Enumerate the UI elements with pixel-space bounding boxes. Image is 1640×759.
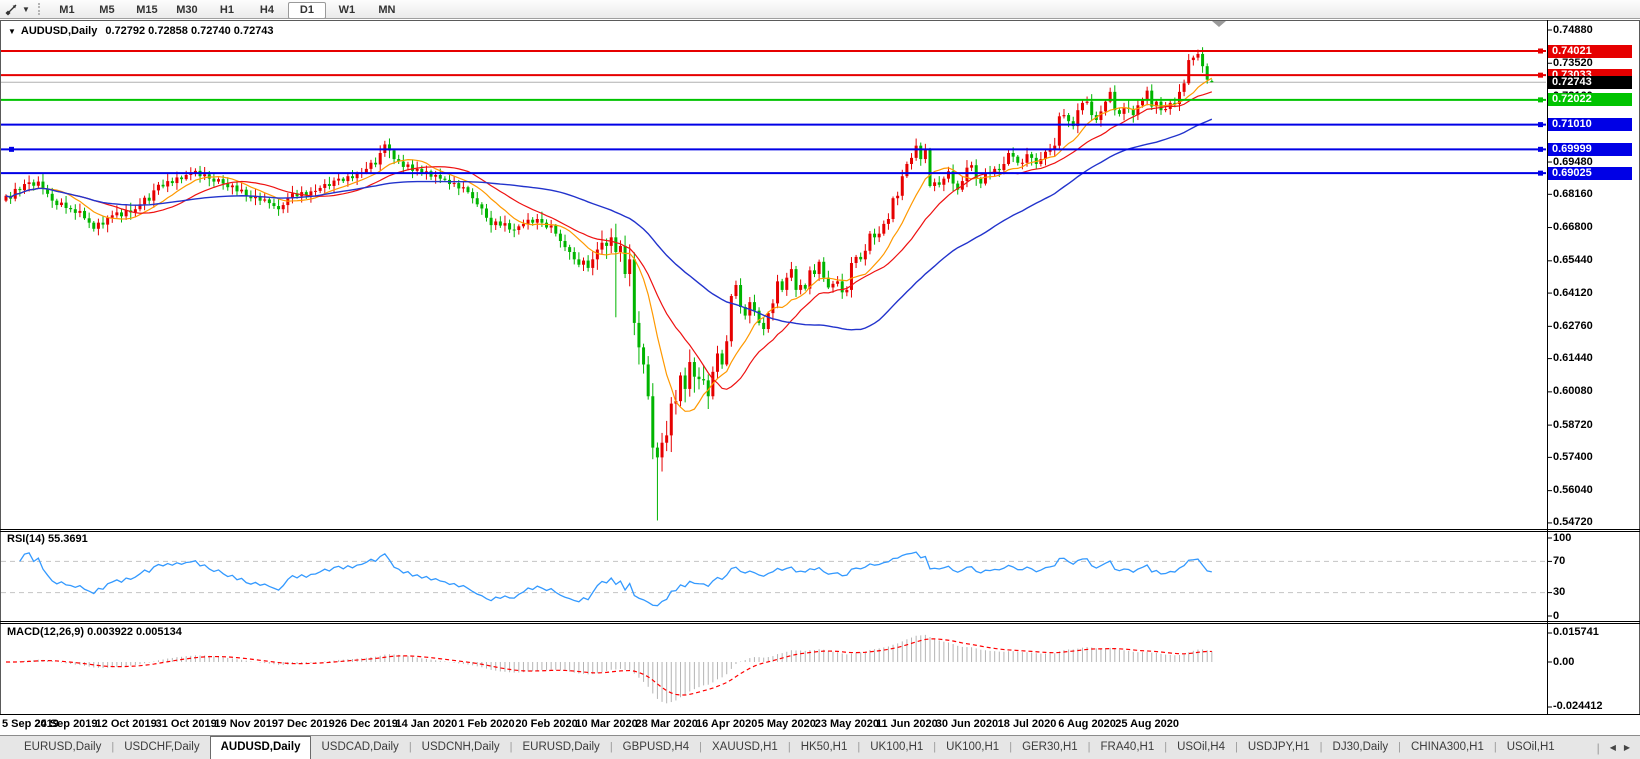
chart-title-text: AUDUSD,Daily (21, 25, 97, 37)
chart-tab-eurusd-daily[interactable]: EURUSD,Daily (512, 736, 609, 759)
hline-price-label: 0.69999 (1548, 143, 1632, 156)
tab-separator: | (1597, 741, 1600, 755)
date-axis-label: 10 Mar 2020 (575, 718, 637, 730)
trading-terminal: ▼ M1M5M15M30H1H4D1W1MN ▼AUDUSD,Daily0.72… (0, 0, 1640, 759)
price-axis-tick: 0.62760 (1553, 320, 1593, 333)
chart-tab-china300-h1[interactable]: CHINA300,H1 (1401, 736, 1494, 759)
price-axis-tick: 0.60080 (1553, 385, 1593, 398)
chart-tab-usdjpy-h1[interactable]: USDJPY,H1 (1238, 736, 1320, 759)
date-axis-label: 16 Apr 2020 (696, 718, 757, 730)
date-axis-label: 30 Jun 2020 (936, 718, 998, 730)
date-axis-label: 26 Dec 2019 (335, 718, 398, 730)
rsi-pane-graph (1, 552, 1546, 606)
chart-tab-usdcnh-daily[interactable]: USDCNH,Daily (412, 736, 510, 759)
date-axis-label: 12 Oct 2019 (96, 718, 157, 730)
tabs-scroll-right-icon[interactable]: ▶ (1620, 743, 1634, 752)
date-axis-label: 23 May 2020 (815, 718, 879, 730)
chart-tab-audusd-daily-active[interactable]: AUDUSD,Daily (210, 736, 312, 759)
line-handle[interactable] (1538, 97, 1543, 102)
date-axis-label: 18 Jul 2020 (998, 718, 1057, 730)
chart-tab-uk100-h1[interactable]: UK100,H1 (860, 736, 933, 759)
chart-tab-ger30-h1[interactable]: GER30,H1 (1012, 736, 1088, 759)
macd-axis-tick: 0.015741 (1553, 626, 1599, 639)
rsi-axis-tick: 0 (1553, 610, 1559, 623)
chart-ohlc-text: 0.72792 0.72858 0.72740 0.72743 (105, 25, 273, 37)
rsi-axis-tick: 70 (1553, 555, 1565, 568)
chart-tab-usoil-h4[interactable]: USOil,H4 (1167, 736, 1235, 759)
date-axis-label: 19 Nov 2019 (214, 718, 278, 730)
rsi-axis-tick: 30 (1553, 586, 1565, 599)
chart-collapse-arrow-icon[interactable]: ▼ (8, 27, 16, 36)
chart-tab-fra40-h1[interactable]: FRA40,H1 (1091, 736, 1165, 759)
price-axis-tick: 0.58720 (1553, 419, 1593, 432)
current-price-label: 0.72743 (1548, 76, 1632, 89)
line-handle[interactable] (1538, 122, 1543, 127)
macd-indicator-label: MACD(12,26,9) 0.003922 0.005134 (7, 626, 182, 638)
price-axis-tick: 0.74880 (1553, 24, 1593, 37)
macd-axis-tick: 0.00 (1553, 656, 1574, 669)
hline-price-label: 0.74021 (1548, 45, 1632, 58)
hline-price-label: 0.71010 (1548, 118, 1632, 131)
price-axis-tick: 0.54720 (1553, 516, 1593, 529)
date-axis-label: 14 Jan 2020 (396, 718, 458, 730)
line-handle[interactable] (1538, 49, 1543, 54)
chart-tab-eurusd-daily[interactable]: EURUSD,Daily (14, 736, 111, 759)
rsi-axis-tick: 100 (1553, 532, 1571, 545)
chart-tab-usdchf-daily[interactable]: USDCHF,Daily (114, 736, 209, 759)
chart-tab-usoil-h1[interactable]: USOil,H1 (1497, 736, 1565, 759)
price-axis-tick: 0.64120 (1553, 287, 1593, 300)
chart-tab-xauusd-h1[interactable]: XAUUSD,H1 (702, 736, 788, 759)
price-axis-tick: 0.57400 (1553, 451, 1593, 464)
moving-averages (6, 78, 1212, 411)
macd-pane-graph (6, 635, 1212, 703)
price-axis-tick: 0.65440 (1553, 254, 1593, 267)
date-axis-label: 7 Dec 2019 (278, 718, 335, 730)
tab-scroll-controls: | ◀▶ (1591, 736, 1640, 759)
chart-tab-hk50-h1[interactable]: HK50,H1 (791, 736, 858, 759)
price-axis-tick: 0.61440 (1553, 352, 1593, 365)
line-handle[interactable] (1538, 147, 1543, 152)
date-axis-label: 11 Jun 2020 (876, 718, 938, 730)
date-axis-label: 6 Aug 2020 (1058, 718, 1116, 730)
macd-axis-tick: -0.024412 (1553, 700, 1603, 713)
date-axis-label: 1 Feb 2020 (458, 718, 514, 730)
date-axis-label: 31 Oct 2019 (156, 718, 217, 730)
chart-canvas[interactable] (0, 0, 1640, 735)
hline-price-label: 0.69025 (1548, 167, 1632, 180)
hline-price-label: 0.72022 (1548, 93, 1632, 106)
rsi-line (20, 552, 1212, 606)
chart-tab-dj30-daily[interactable]: DJ30,Daily (1323, 736, 1399, 759)
chart-tab-uk100-h1[interactable]: UK100,H1 (936, 736, 1009, 759)
rsi-indicator-label: RSI(14) 55.3691 (7, 533, 88, 545)
line-handle[interactable] (1538, 171, 1543, 176)
price-axis-tick: 0.56040 (1553, 484, 1593, 497)
date-axis-label: 5 May 2020 (758, 718, 816, 730)
tabs-scroll-left-icon[interactable]: ◀ (1606, 743, 1620, 752)
chart-tabs-bar: EURUSD,Daily|USDCHF,DailyAUDUSD,DailyUSD… (0, 735, 1640, 759)
chart-title: ▼ AUDUSD,Daily 0.72792 0.72858 0.72740 0.7… (8, 25, 274, 37)
macd-signal-line (6, 639, 1212, 695)
chart-scroll-marker-icon[interactable] (1212, 21, 1226, 27)
date-axis-label: 28 Mar 2020 (635, 718, 697, 730)
chart-tab-gbpusd-h4[interactable]: GBPUSD,H4 (613, 736, 699, 759)
price-axis-tick: 0.66800 (1553, 221, 1593, 234)
date-axis-label: 24 Sep 2019 (35, 718, 98, 730)
date-axis-label: 25 Aug 2020 (1115, 718, 1179, 730)
price-axis-tick: 0.68160 (1553, 188, 1593, 201)
chart-tab-usdcad-daily[interactable]: USDCAD,Daily (311, 736, 408, 759)
line-handle[interactable] (1538, 73, 1543, 78)
candles (1, 47, 1546, 520)
date-axis-label: 20 Feb 2020 (515, 718, 577, 730)
line-handle[interactable] (9, 147, 14, 152)
